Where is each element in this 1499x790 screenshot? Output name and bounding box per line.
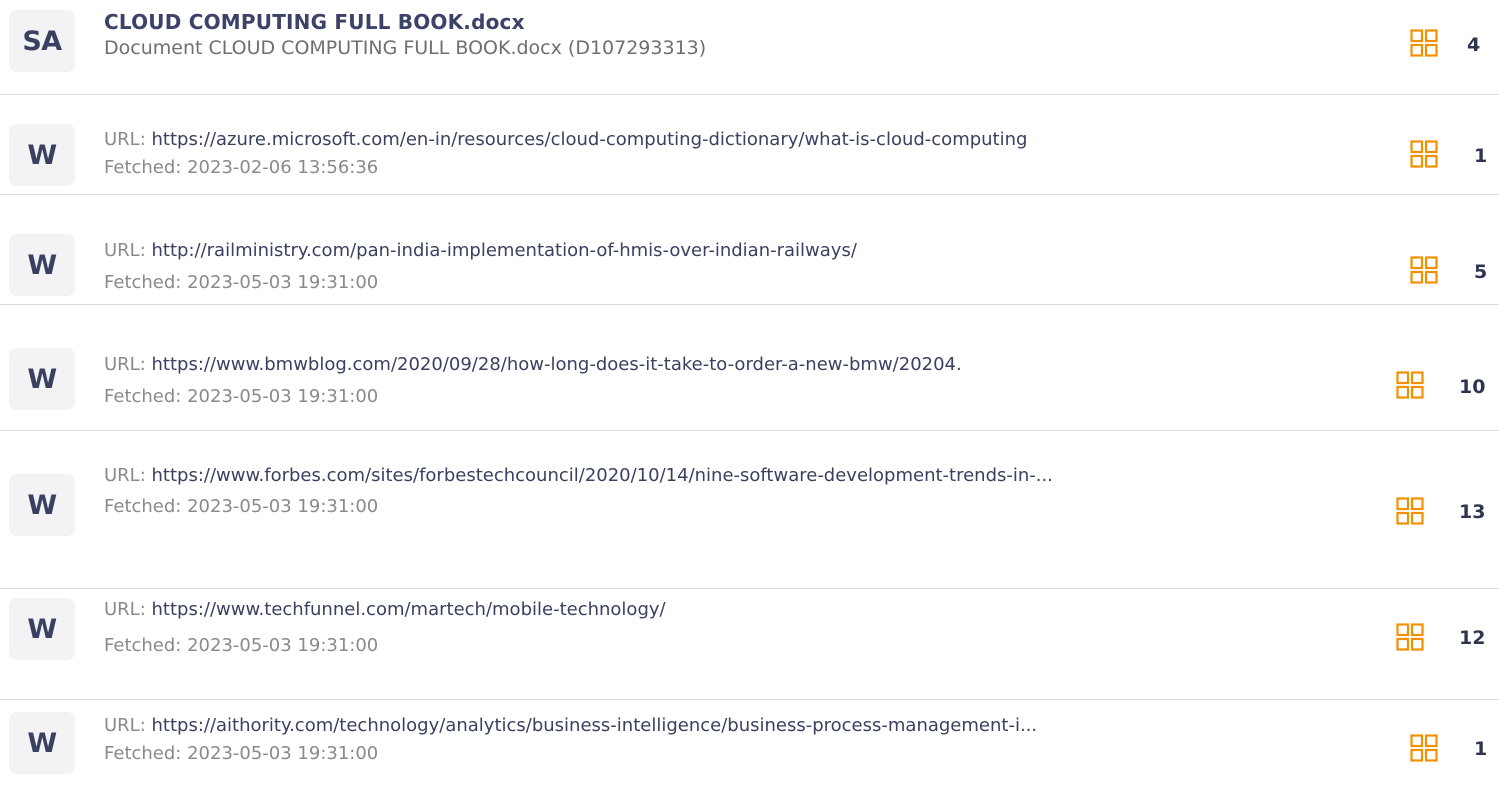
website-source-icon: W [9,598,75,660]
matches-grid-icon[interactable] [1410,29,1438,57]
fetched-date: Fetched: 2023-02-06 13:56:36 [104,157,379,178]
website-source-icon: W [9,124,75,186]
match-count: 1 [1474,145,1488,167]
source-url-link[interactable]: http://railministry.com/pan-india-implem… [152,240,857,261]
fetched-date: Fetched: 2023-05-03 19:31:00 [104,272,379,293]
fetched-date: Fetched: 2023-05-03 19:31:00 [104,743,379,764]
source-title[interactable]: CLOUD COMPUTING FULL BOOK.docx [104,10,1364,34]
source-row[interactable]: W URL: https://aithority.com/technology/… [0,700,1499,790]
source-text: CLOUD COMPUTING FULL BOOK.docx Document … [104,10,1364,62]
matches-grid-icon[interactable] [1410,734,1438,762]
source-url-link[interactable]: https://aithority.com/technology/analyti… [152,715,1038,736]
url-label: URL: [104,354,152,375]
source-text: URL: https://www.forbes.com/sites/forbes… [104,460,1364,521]
source-url-link[interactable]: https://www.forbes.com/sites/forbestechc… [152,465,1053,486]
matches-grid-icon[interactable] [1410,256,1438,284]
url-label: URL: [104,465,152,486]
match-count: 1 [1474,738,1488,760]
source-row[interactable]: W URL: https://azure.microsoft.com/en-in… [0,95,1499,195]
source-url-line: URL: https://www.forbes.com/sites/forbes… [104,460,1144,491]
source-url-link[interactable]: https://www.techfunnel.com/martech/mobil… [152,599,666,620]
source-subtitle: Document CLOUD COMPUTING FULL BOOK.docx … [104,37,707,59]
matches-grid-icon[interactable] [1396,497,1424,525]
fetched-date: Fetched: 2023-05-03 19:31:00 [104,635,379,656]
source-text: URL: https://www.bmwblog.com/2020/09/28/… [104,351,1364,411]
source-url-line: URL: https://www.bmwblog.com/2020/09/28/… [104,351,1364,379]
url-label: URL: [104,599,152,620]
website-source-icon: W [9,234,75,296]
source-url-link[interactable]: https://azure.microsoft.com/en-in/resour… [152,129,1028,150]
source-text: URL: https://azure.microsoft.com/en-in/r… [104,126,1364,182]
source-url-line: URL: http://railministry.com/pan-india-i… [104,237,1364,265]
url-label: URL: [104,240,152,261]
source-url-link[interactable]: https://www.bmwblog.com/2020/09/28/how-l… [152,354,962,375]
match-count: 4 [1467,34,1481,56]
source-text: URL: https://aithority.com/technology/an… [104,712,1364,768]
source-url-line: URL: https://www.techfunnel.com/martech/… [104,596,1364,624]
url-label: URL: [104,715,152,736]
source-text: URL: https://www.techfunnel.com/martech/… [104,596,1364,660]
matches-grid-icon[interactable] [1410,140,1438,168]
website-source-icon: W [9,712,75,774]
fetched-date: Fetched: 2023-05-03 19:31:00 [104,386,379,407]
source-row[interactable]: W URL: https://www.forbes.com/sites/forb… [0,431,1499,589]
match-count: 13 [1459,501,1486,523]
matches-grid-icon[interactable] [1396,371,1424,399]
matches-grid-icon[interactable] [1396,623,1424,651]
website-source-icon: W [9,474,75,536]
source-url-line: URL: https://azure.microsoft.com/en-in/r… [104,126,1364,154]
match-count: 12 [1459,627,1486,649]
website-source-icon: W [9,348,75,410]
document-source-icon: SA [9,10,75,72]
source-text: URL: http://railministry.com/pan-india-i… [104,237,1364,297]
fetched-date: Fetched: 2023-05-03 19:31:00 [104,496,379,517]
source-url-line: URL: https://aithority.com/technology/an… [104,712,1364,740]
source-row[interactable]: SA CLOUD COMPUTING FULL BOOK.docx Docume… [0,0,1499,95]
match-count: 5 [1474,261,1488,283]
source-row[interactable]: W URL: https://www.techfunnel.com/martec… [0,589,1499,700]
match-count: 10 [1459,376,1486,398]
url-label: URL: [104,129,152,150]
source-row[interactable]: W URL: http://railministry.com/pan-india… [0,195,1499,305]
source-row[interactable]: W URL: https://www.bmwblog.com/2020/09/2… [0,305,1499,431]
